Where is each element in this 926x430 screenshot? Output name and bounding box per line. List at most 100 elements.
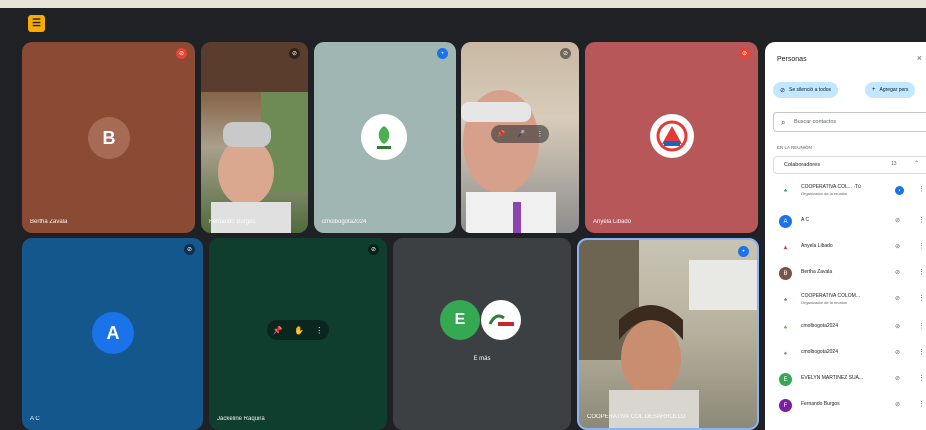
person-name: A C: [801, 217, 810, 223]
meet-icon[interactable]: ☰: [28, 15, 45, 32]
participant-tile[interactable]: A ⊘ A C: [22, 238, 203, 430]
avatar: ♠: [779, 321, 792, 334]
person-name: COOPERATIVA COLOM...: [801, 293, 860, 299]
list-item[interactable]: ▲ Anyela Libado ⊘ ⋮: [777, 238, 926, 258]
mic-off-icon: ⊘: [560, 48, 571, 59]
more-icon[interactable]: ⋮: [918, 216, 925, 224]
mic-off-icon: ⊘: [895, 350, 901, 356]
list-item[interactable]: E EVELYN MARTINEZ SUA... ⊘ ⋮: [777, 370, 926, 390]
mic-off-icon: ⊘: [176, 48, 187, 59]
close-icon[interactable]: ×: [917, 53, 922, 63]
group-label: Colaboradores: [784, 162, 821, 168]
person-name: Bertha Zavala: [801, 269, 833, 275]
avatar: E: [779, 373, 792, 386]
browser-strip: [0, 0, 926, 8]
pin-icon[interactable]: 📌: [273, 326, 283, 335]
people-panel: Personas × ⊘ Se silenció a todos + Agreg…: [765, 42, 926, 430]
participant-name: Jackeline Raquira: [217, 416, 265, 422]
person-name: cmolbogota2024: [801, 323, 838, 329]
organization-logo: [650, 114, 694, 158]
participant-name: cmolbogota2024: [322, 219, 367, 225]
list-item[interactable]: ♠ cmolbogota2024 ⊘ ⋮: [777, 318, 926, 338]
participant-avatar: A: [92, 312, 134, 354]
participant-avatar: E: [440, 300, 480, 340]
participant-tile[interactable]: 📌 ✋ ⋮ ⊘ Jackeline Raquira: [209, 238, 387, 430]
add-person-icon: +: [872, 87, 876, 93]
participant-name: Fernando Burgos: [209, 219, 256, 225]
mic-icon[interactable]: 🎤: [517, 130, 526, 138]
participant-tile[interactable]: • cmolbogota2024: [314, 42, 456, 233]
participant-name: COOPERATIVA COL DESARROLLO: [587, 414, 686, 420]
participant-tile[interactable]: 📌 🎤 ⋮ ⊘: [461, 42, 579, 233]
hand-icon[interactable]: ✋: [294, 326, 304, 335]
list-item[interactable]: A A C ⊘ ⋮: [777, 212, 926, 232]
participant-tile[interactable]: • COOPERATIVA COL DESARROLLO: [577, 238, 759, 430]
participant-name: Bertha Zavala: [30, 219, 68, 225]
chevron-up-icon[interactable]: ⌃: [914, 160, 919, 167]
participant-name: Anyela Libado: [593, 219, 632, 225]
person-name: cmolbogota2024: [801, 349, 838, 355]
mute-all-chip[interactable]: ⊘ Se silenció a todos: [773, 82, 839, 98]
avatar: F: [779, 399, 792, 412]
participant-avatar: B: [88, 117, 130, 159]
avatar: B: [779, 267, 792, 280]
participant-tile[interactable]: E E más: [393, 238, 571, 430]
pin-icon[interactable]: 📌: [497, 130, 506, 138]
mic-off-icon: ⊘: [289, 48, 300, 59]
more-icon[interactable]: ⋮: [918, 242, 925, 250]
avatar: ▲: [779, 241, 792, 254]
person-role: Organizador de la reunión: [801, 191, 848, 196]
person-role: Organizador de la reunión: [801, 300, 848, 305]
add-people-chip[interactable]: + Agregar pers: [865, 82, 916, 98]
chip-label: Se silenció a todos: [789, 87, 832, 93]
mic-off-icon: ⊘: [739, 48, 750, 59]
speaking-icon: •: [437, 48, 448, 59]
avatar: ♣: [779, 184, 792, 197]
participant-tile[interactable]: B ⊘ Bertha Zavala: [22, 42, 195, 233]
avatar: A: [779, 215, 792, 228]
group-label: E más: [473, 356, 491, 362]
participant-name: A C: [30, 416, 40, 422]
more-icon[interactable]: ⋮: [918, 348, 925, 356]
list-item[interactable]: ♣ COOPERATIVA COLOM... Organizador de la…: [777, 290, 926, 310]
more-icon[interactable]: ⋮: [918, 374, 925, 382]
list-item[interactable]: F Fernando Burgos ⊘ ⋮: [777, 396, 926, 416]
mic-off-icon: ⊘: [895, 244, 901, 250]
tile-controls: 📌 ✋ ⋮: [267, 320, 329, 340]
search-placeholder: Buscar contactos: [794, 119, 837, 125]
panel-title: Personas: [777, 56, 807, 63]
mic-off-icon: ⊘: [184, 244, 195, 255]
more-icon[interactable]: ⋮: [918, 185, 925, 193]
group-count: 13: [891, 161, 897, 167]
more-icon[interactable]: ⋮: [918, 322, 925, 330]
more-icon[interactable]: ⋮: [918, 294, 925, 302]
participant-tile[interactable]: ⊘ Anyela Libado: [585, 42, 758, 233]
speaking-icon: •: [738, 246, 749, 257]
mic-off-icon: ⊘: [895, 296, 901, 302]
organization-logo: [361, 114, 407, 160]
list-item[interactable]: B Bertha Zavala ⊘ ⋮: [777, 264, 926, 284]
mic-off-icon: ⊘: [895, 218, 901, 224]
more-icon[interactable]: ⋮: [315, 326, 323, 335]
participant-video: [579, 240, 757, 428]
mic-off-icon: ⊘: [780, 87, 786, 94]
mic-off-icon: ⊘: [895, 270, 901, 276]
more-icon[interactable]: ⋮: [918, 400, 925, 408]
avatar: ♠: [779, 347, 792, 360]
participant-tile[interactable]: ⊘ Fernando Burgos: [201, 42, 308, 233]
participant-video: [201, 42, 308, 233]
mic-off-icon: ⊘: [895, 402, 901, 408]
mic-off-icon: ⊘: [895, 376, 901, 382]
avatar: ♣: [779, 293, 792, 306]
person-name: Anyela Libado: [801, 243, 833, 249]
more-icon[interactable]: ⋮: [918, 268, 925, 276]
organization-logo: [481, 300, 521, 340]
person-name: COOPERATIVA COL... ·Tú: [801, 184, 861, 190]
collaborators-group[interactable]: Colaboradores 13 ⌃: [773, 156, 926, 174]
mic-off-icon: ⊘: [368, 244, 379, 255]
search-input[interactable]: ⌕ Buscar contactos: [773, 112, 926, 132]
more-icon[interactable]: ⋮: [536, 130, 543, 138]
list-item[interactable]: ♣ COOPERATIVA COL... ·Tú Organizador de …: [777, 181, 926, 201]
list-item[interactable]: ♠ cmolbogota2024 ⊘ ⋮: [777, 344, 926, 364]
person-name: Fernando Burgos: [801, 401, 840, 407]
